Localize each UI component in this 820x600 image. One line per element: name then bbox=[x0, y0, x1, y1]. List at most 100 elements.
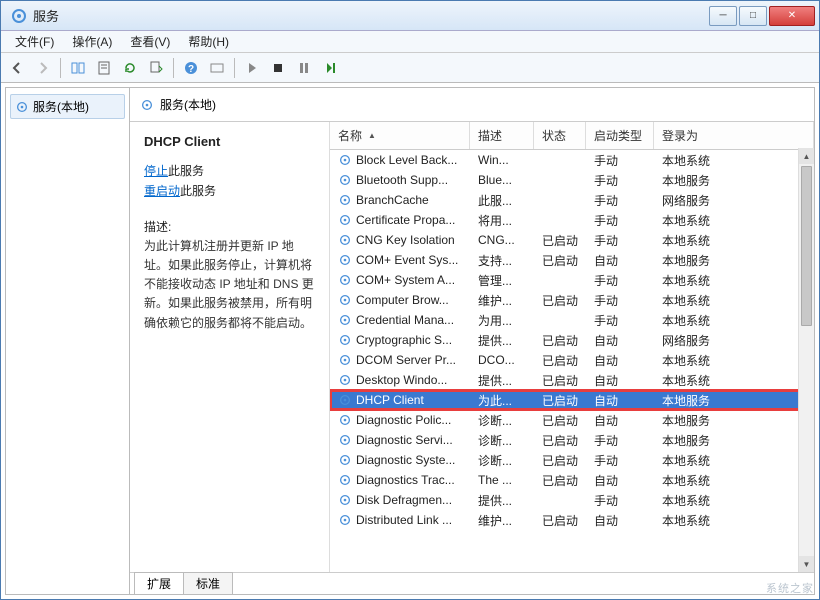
back-button[interactable] bbox=[5, 56, 29, 80]
service-row[interactable]: Cryptographic S...提供...已启动自动网络服务 bbox=[330, 330, 814, 350]
column-name[interactable]: 名称▲ bbox=[330, 122, 470, 149]
detail-links: 停止此服务 重启动此服务 bbox=[144, 161, 315, 202]
service-status: 已启动 bbox=[534, 472, 586, 489]
app-icon bbox=[11, 8, 27, 24]
service-row[interactable]: Disk Defragmen...提供...手动本地系统 bbox=[330, 490, 814, 510]
detail-desc: 为此计算机注册并更新 IP 地址。如果此服务停止，计算机将不能接收动态 IP 地… bbox=[144, 237, 315, 333]
forward-button[interactable] bbox=[31, 56, 55, 80]
service-row[interactable]: DHCP Client为此...已启动自动本地服务 bbox=[330, 390, 814, 410]
menu-help[interactable]: 帮助(H) bbox=[180, 31, 237, 52]
service-row[interactable]: Diagnostic Servi...诊断...已启动手动本地服务 bbox=[330, 430, 814, 450]
service-row[interactable]: Certificate Propa...将用...手动本地系统 bbox=[330, 210, 814, 230]
service-row[interactable]: COM+ System A...管理...手动本地系统 bbox=[330, 270, 814, 290]
service-row[interactable]: CNG Key IsolationCNG...已启动手动本地系统 bbox=[330, 230, 814, 250]
service-startup: 自动 bbox=[586, 372, 654, 389]
show-hide-tree-button[interactable] bbox=[66, 56, 90, 80]
scroll-thumb[interactable] bbox=[801, 166, 812, 326]
service-logon: 本地服务 bbox=[654, 252, 814, 269]
service-startup: 自动 bbox=[586, 512, 654, 529]
toolbar: ? bbox=[1, 53, 819, 83]
service-startup: 手动 bbox=[586, 192, 654, 209]
service-logon: 本地系统 bbox=[654, 452, 814, 469]
service-startup: 手动 bbox=[586, 272, 654, 289]
service-row[interactable]: COM+ Event Sys...支持...已启动自动本地服务 bbox=[330, 250, 814, 270]
close-button[interactable]: ✕ bbox=[769, 6, 815, 26]
service-startup: 手动 bbox=[586, 152, 654, 169]
maximize-button[interactable]: □ bbox=[739, 6, 767, 26]
service-status: 已启动 bbox=[534, 232, 586, 249]
service-name: Diagnostic Servi... bbox=[356, 433, 453, 447]
minimize-button[interactable]: ─ bbox=[709, 6, 737, 26]
scroll-up-button[interactable]: ▲ bbox=[799, 148, 814, 164]
column-status[interactable]: 状态 bbox=[534, 122, 586, 149]
help-button[interactable]: ? bbox=[179, 56, 203, 80]
column-startup[interactable]: 启动类型 bbox=[586, 122, 654, 149]
window-title: 服务 bbox=[33, 6, 709, 25]
service-name: Bluetooth Supp... bbox=[356, 173, 448, 187]
tab-extended[interactable]: 扩展 bbox=[134, 572, 184, 594]
service-startup: 自动 bbox=[586, 472, 654, 489]
menu-view[interactable]: 查看(V) bbox=[122, 31, 178, 52]
service-desc: 将用... bbox=[470, 212, 534, 229]
gear-icon bbox=[15, 100, 29, 114]
service-row[interactable]: Desktop Windo...提供...已启动自动本地系统 bbox=[330, 370, 814, 390]
service-row[interactable]: Diagnostic Syste...诊断...已启动手动本地系统 bbox=[330, 450, 814, 470]
service-logon: 本地系统 bbox=[654, 232, 814, 249]
service-row[interactable]: Diagnostics Trac...The ...已启动自动本地系统 bbox=[330, 470, 814, 490]
service-startup: 自动 bbox=[586, 332, 654, 349]
menu-action[interactable]: 操作(A) bbox=[64, 31, 120, 52]
service-row[interactable]: Bluetooth Supp...Blue...手动本地服务 bbox=[330, 170, 814, 190]
tree-root-services-local[interactable]: 服务(本地) bbox=[10, 94, 125, 119]
service-logon: 网络服务 bbox=[654, 192, 814, 209]
export-button[interactable] bbox=[144, 56, 168, 80]
service-row[interactable]: BranchCache此服...手动网络服务 bbox=[330, 190, 814, 210]
column-description[interactable]: 描述 bbox=[470, 122, 534, 149]
service-row[interactable]: Computer Brow...维护...已启动手动本地系统 bbox=[330, 290, 814, 310]
main-body: 服务(本地) 服务(本地) DHCP Client 停止此服务 重启动此服务 描… bbox=[5, 87, 815, 595]
service-logon: 本地系统 bbox=[654, 152, 814, 169]
service-row[interactable]: Credential Mana...为用...手动本地系统 bbox=[330, 310, 814, 330]
column-logon[interactable]: 登录为 bbox=[654, 122, 814, 149]
service-row[interactable]: Block Level Back...Win...手动本地系统 bbox=[330, 150, 814, 170]
service-logon: 本地服务 bbox=[654, 432, 814, 449]
stop-link[interactable]: 停止 bbox=[144, 164, 168, 178]
gear-icon bbox=[338, 453, 352, 467]
gear-icon bbox=[338, 353, 352, 367]
list-header: 名称▲ 描述 状态 启动类型 登录为 bbox=[330, 122, 814, 150]
service-desc: 诊断... bbox=[470, 432, 534, 449]
gear-icon bbox=[338, 413, 352, 427]
service-row[interactable]: DCOM Server Pr...DCO...已启动自动本地系统 bbox=[330, 350, 814, 370]
restart-suffix: 此服务 bbox=[180, 184, 216, 198]
service-startup: 自动 bbox=[586, 252, 654, 269]
list-body[interactable]: Block Level Back...Win...手动本地系统Bluetooth… bbox=[330, 150, 814, 572]
service-name: Diagnostic Polic... bbox=[356, 413, 451, 427]
service-name: BranchCache bbox=[356, 193, 429, 207]
menu-file[interactable]: 文件(F) bbox=[7, 31, 62, 52]
tab-standard[interactable]: 标准 bbox=[183, 572, 233, 594]
action-button[interactable] bbox=[205, 56, 229, 80]
service-status: 已启动 bbox=[534, 372, 586, 389]
refresh-button[interactable] bbox=[118, 56, 142, 80]
properties-button[interactable] bbox=[92, 56, 116, 80]
gear-icon bbox=[338, 313, 352, 327]
service-name: Diagnostic Syste... bbox=[356, 453, 455, 467]
service-logon: 本地服务 bbox=[654, 412, 814, 429]
service-logon: 本地系统 bbox=[654, 372, 814, 389]
service-name: Diagnostics Trac... bbox=[356, 473, 455, 487]
service-row[interactable]: Distributed Link ...维护...已启动自动本地系统 bbox=[330, 510, 814, 530]
service-row[interactable]: Diagnostic Polic...诊断...已启动自动本地服务 bbox=[330, 410, 814, 430]
vertical-scrollbar[interactable]: ▲ ▼ bbox=[798, 148, 814, 572]
gear-icon bbox=[140, 98, 154, 112]
service-logon: 本地服务 bbox=[654, 392, 814, 409]
tabs: 扩展 标准 bbox=[130, 572, 814, 594]
service-name: Block Level Back... bbox=[356, 153, 457, 167]
pause-service-button[interactable] bbox=[292, 56, 316, 80]
restart-service-button[interactable] bbox=[318, 56, 342, 80]
restart-link[interactable]: 重启动 bbox=[144, 184, 180, 198]
stop-service-button[interactable] bbox=[266, 56, 290, 80]
service-desc: 管理... bbox=[470, 272, 534, 289]
service-desc: 诊断... bbox=[470, 412, 534, 429]
start-service-button[interactable] bbox=[240, 56, 264, 80]
scroll-down-button[interactable]: ▼ bbox=[799, 556, 814, 572]
titlebar: 服务 ─ □ ✕ bbox=[1, 1, 819, 31]
